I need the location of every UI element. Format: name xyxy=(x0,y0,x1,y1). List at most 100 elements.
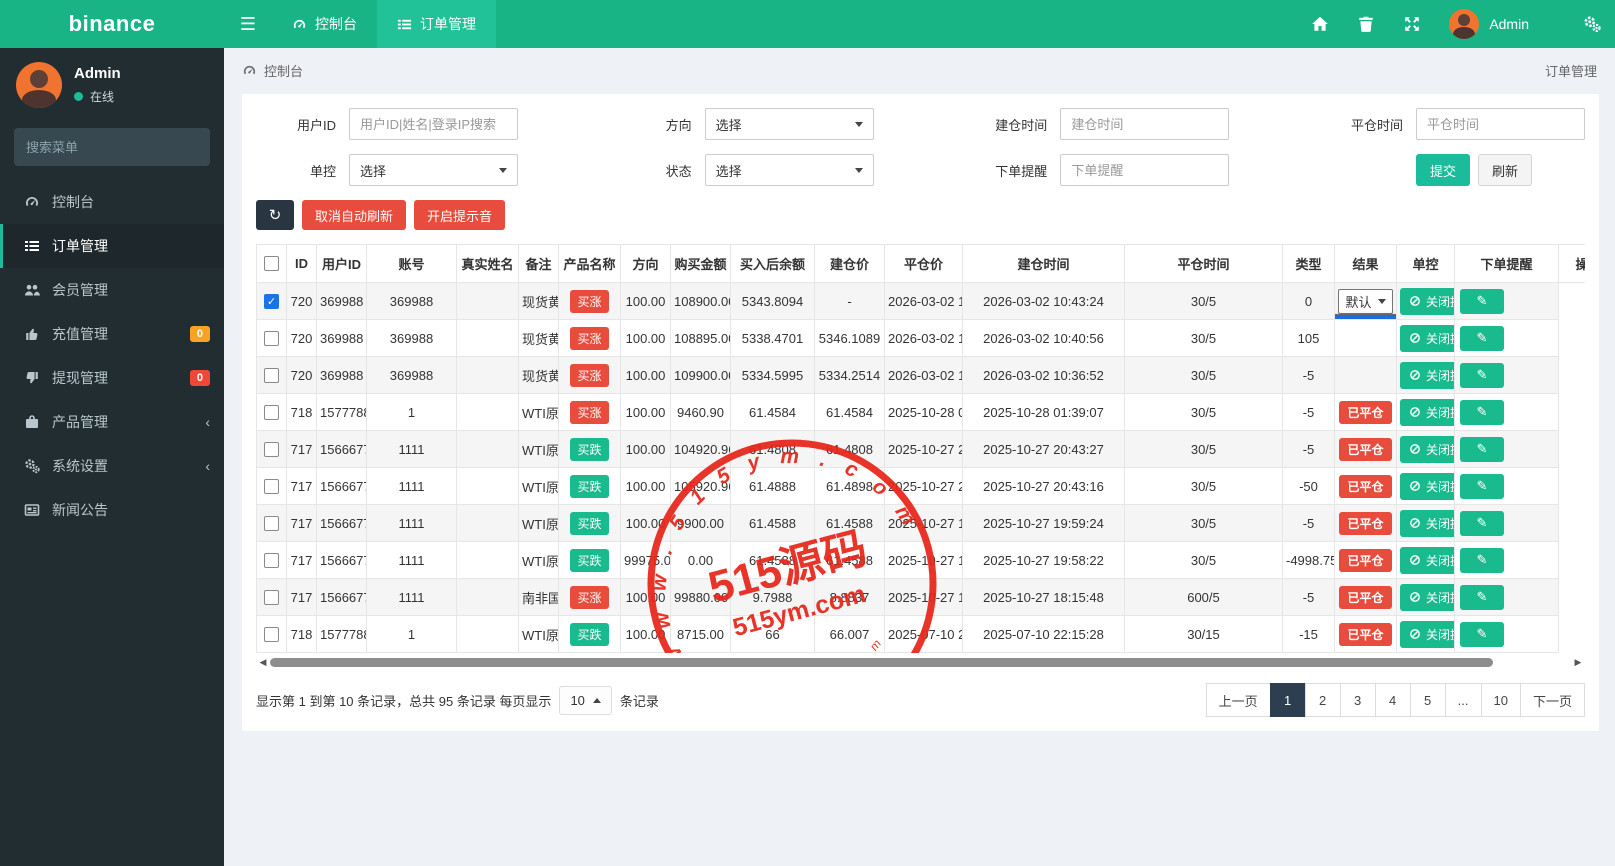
user-id-input[interactable] xyxy=(349,108,518,140)
menu-search xyxy=(14,128,210,166)
edit-button[interactable]: ✎ xyxy=(1460,288,1504,314)
online-status-dot xyxy=(74,92,83,101)
row-checkbox[interactable] xyxy=(264,552,279,568)
row-checkbox[interactable] xyxy=(264,330,279,346)
edit-button[interactable]: ✎ xyxy=(1460,325,1504,351)
close-sound-button[interactable]: 关闭提示音 xyxy=(1400,546,1454,574)
sidebar-item-7[interactable]: 系统设置 ‹ xyxy=(0,444,224,488)
sidebar-item-8[interactable]: 新闻公告 xyxy=(0,488,224,532)
close-sound-button[interactable]: 关闭提示音 xyxy=(1400,324,1454,352)
cancel-auto-refresh-button[interactable]: 取消自动刷新 xyxy=(302,200,407,230)
close-sound-button[interactable]: 关闭提示音 xyxy=(1400,398,1454,426)
row-checkbox[interactable] xyxy=(264,293,279,309)
edit-button[interactable]: ✎ xyxy=(1460,473,1504,499)
edit-button[interactable]: ✎ xyxy=(1460,436,1504,462)
close-time-input[interactable] xyxy=(1415,108,1585,140)
status-select[interactable]: 选择 xyxy=(704,154,874,186)
sidebar-menu: 控制台订单管理会员管理 充值管理 0 提现管理 0 产品管理 ‹ 系统设置 ‹ 新闻公告 xyxy=(0,180,224,532)
refresh-button[interactable]: 刷新 xyxy=(1477,154,1532,186)
close-sound-button[interactable]: 关闭提示音 xyxy=(1400,620,1454,648)
open-time-input[interactable] xyxy=(1060,108,1230,140)
pagination-page-5[interactable]: 5 xyxy=(1409,683,1446,717)
scroll-left-icon[interactable]: ◀ xyxy=(256,657,270,668)
edit-button[interactable]: ✎ xyxy=(1460,510,1504,536)
close-sound-button[interactable]: 关闭提示音 xyxy=(1400,509,1454,537)
sidebar-toggle-button[interactable]: ☰ xyxy=(224,0,272,48)
sidebar-item-label: 订单管理 xyxy=(52,238,108,254)
control-select[interactable]: 默认 xyxy=(1338,288,1393,314)
sidebar-item-label: 充值管理 xyxy=(52,326,108,342)
home-icon[interactable] xyxy=(1311,15,1329,33)
breadcrumb-left[interactable]: 控制台 xyxy=(242,61,303,80)
row-checkbox[interactable] xyxy=(264,478,279,494)
fullscreen-icon[interactable] xyxy=(1403,15,1421,33)
cell-amount: 100.00 xyxy=(620,467,671,505)
table-row: 717156667778881111WTI原油买跌100.009900.0061… xyxy=(256,504,1586,542)
row-checkbox[interactable] xyxy=(264,626,279,642)
pagination-page-3[interactable]: 3 xyxy=(1339,683,1376,717)
scrollbar-thumb[interactable] xyxy=(270,658,1493,667)
pagination-page-1[interactable]: 1 xyxy=(1269,683,1306,717)
edit-button[interactable]: ✎ xyxy=(1460,547,1504,573)
nav-item-orders[interactable]: 订单管理 xyxy=(377,0,496,48)
pagination-page-4[interactable]: 4 xyxy=(1374,683,1411,717)
pagination-next[interactable]: 下一页 xyxy=(1519,683,1585,717)
row-checkbox[interactable] xyxy=(264,441,279,457)
select-all-checkbox[interactable] xyxy=(264,256,279,271)
dashboard-icon xyxy=(243,65,256,74)
ban-icon xyxy=(1410,333,1420,343)
cell-note xyxy=(456,615,519,653)
close-sound-button[interactable]: 关闭提示音 xyxy=(1400,472,1454,500)
row-checkbox[interactable] xyxy=(264,404,279,420)
cell-result: -5 xyxy=(1282,356,1335,394)
row-checkbox[interactable] xyxy=(264,515,279,531)
control-select[interactable]: 选择 xyxy=(349,154,518,186)
row-checkbox[interactable] xyxy=(264,589,279,605)
user-menu[interactable]: Admin xyxy=(1449,9,1529,39)
cell-close_price: 61.4588 xyxy=(814,541,885,579)
pagination-page-10[interactable]: 10 xyxy=(1480,683,1521,717)
nav-item-dashboard[interactable]: 控制台 xyxy=(272,0,377,48)
reload-button[interactable]: ↻ xyxy=(256,200,294,230)
pagination-prev[interactable]: 上一页 xyxy=(1205,683,1271,717)
edit-button[interactable]: ✎ xyxy=(1460,584,1504,610)
table-row: 718157778889991 WTI原油买跌 100.008715.006666.… xyxy=(256,615,1586,653)
edit-button[interactable]: ✎ xyxy=(1460,362,1504,388)
nav-item-label: 控制台 xyxy=(315,16,357,32)
close-sound-label: 关闭提示音 xyxy=(1426,553,1454,568)
close-sound-button[interactable]: 关闭提示音 xyxy=(1400,583,1454,611)
trash-icon[interactable] xyxy=(1357,15,1375,33)
pagination-page-...[interactable]: ... xyxy=(1444,683,1482,717)
close-sound-button[interactable]: 关闭提示音 xyxy=(1400,435,1454,463)
page-size-select[interactable]: 10 xyxy=(559,685,612,715)
sidebar-item-6[interactable]: 产品管理 ‹ xyxy=(0,400,224,444)
pagination-page-2[interactable]: 2 xyxy=(1304,683,1341,717)
column-header: 购买金额 xyxy=(670,244,731,283)
direction-select[interactable]: 选择 xyxy=(704,108,874,140)
scrollbar-track[interactable] xyxy=(270,658,1571,668)
order-alert-input[interactable] xyxy=(1060,154,1230,186)
sidebar-item-2[interactable]: 订单管理 xyxy=(0,224,224,268)
cogs-icon[interactable] xyxy=(1583,15,1601,33)
sidebar-item-5[interactable]: 提现管理 0 xyxy=(0,356,224,400)
submit-button[interactable]: 提交 xyxy=(1415,154,1470,186)
brand-logo[interactable]: binance xyxy=(0,0,224,48)
row-checkbox[interactable] xyxy=(264,367,279,383)
dropdown-option[interactable]: 默认 xyxy=(1335,315,1396,319)
close-sound-button[interactable]: 关闭提示音 xyxy=(1400,361,1454,389)
sidebar-item-3[interactable]: 会员管理 xyxy=(0,268,224,312)
cell-control: 已平仓 xyxy=(1334,615,1397,653)
close-sound-button[interactable]: 关闭提示音 xyxy=(1400,287,1454,315)
column-header: 建仓价 xyxy=(814,244,885,283)
edit-button[interactable]: ✎ xyxy=(1460,621,1504,647)
closed-badge: 已平仓 xyxy=(1339,511,1392,535)
cell-balance: 99880.00 xyxy=(670,578,731,616)
cell-open_price: 66 xyxy=(730,615,815,653)
menu-search-input[interactable] xyxy=(26,139,202,155)
sidebar-item-1[interactable]: 控制台 xyxy=(0,180,224,224)
enable-sound-button[interactable]: 开启提示音 xyxy=(414,200,506,230)
top-navbar: binance ☰ 控制台 订单管理 Admin xyxy=(0,0,1615,48)
scroll-right-icon[interactable]: ▶ xyxy=(1571,657,1585,668)
edit-button[interactable]: ✎ xyxy=(1460,399,1504,425)
sidebar-item-4[interactable]: 充值管理 0 xyxy=(0,312,224,356)
